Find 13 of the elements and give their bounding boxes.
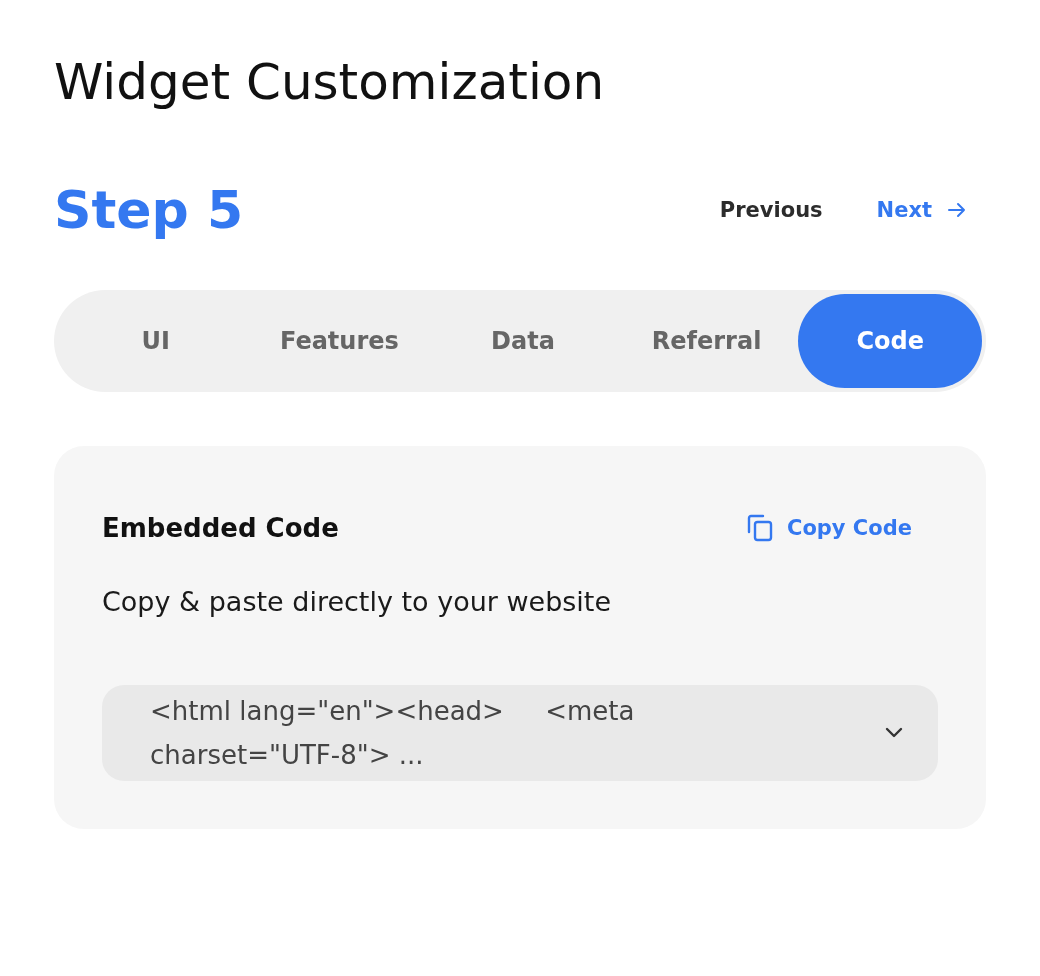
tab[interactable]: Data <box>431 294 615 388</box>
code-dropdown[interactable]: <html lang="en"><head> <meta charset="UTF-8"> ... <box>102 685 938 781</box>
card-title: Embedded Code <box>102 513 339 543</box>
tab[interactable]: Features <box>247 294 432 388</box>
copy-code-button[interactable]: Copy Code <box>743 512 912 544</box>
previous-button[interactable]: Previous <box>719 198 823 222</box>
page-title: Widget Customization <box>54 52 606 113</box>
description: Copy & paste directly to your website <box>102 586 613 617</box>
tab[interactable]: Referral <box>614 294 799 388</box>
next-button[interactable]: Next <box>876 198 968 222</box>
step-label: Step 5 <box>54 180 244 240</box>
tab[interactable]: Code <box>798 294 982 388</box>
tab[interactable]: UI <box>64 294 248 388</box>
